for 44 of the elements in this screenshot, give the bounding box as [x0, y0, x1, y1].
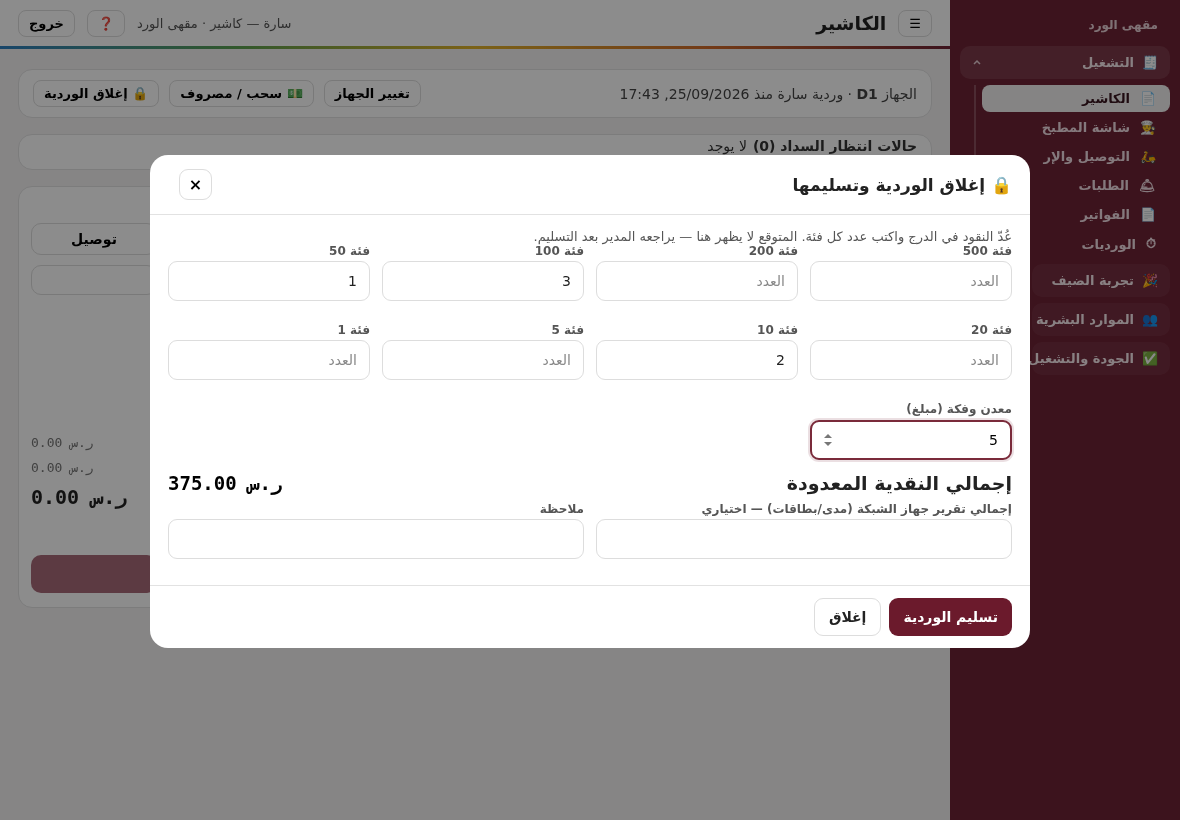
- count-field[interactable]: 1: [168, 261, 370, 301]
- sidebar-item[interactable]: 👨‍🍳 شاشة المطبخ: [982, 114, 1170, 141]
- total-amount: 0.00 ر.س: [31, 460, 94, 475]
- instructions-text: عُدّ النقود في الدرج واكتب عدد كل فئة. المتوقع لا يظهر هنا — يراجعه المدير بعد التسليم.: [532, 229, 1012, 244]
- field-label: ملاحظة: [538, 502, 584, 516]
- field-label: فئة 50: [328, 244, 370, 258]
- dialog-title: 🔒 إغلاق الوردية وتسليمها: [792, 174, 1012, 195]
- close-button[interactable]: ×: [179, 169, 212, 200]
- field-label: فئة 1: [336, 323, 370, 337]
- user-info: سارة — كاشير · مقهى الورد: [136, 15, 292, 31]
- field-label: فئة 20: [970, 323, 1012, 337]
- count-field[interactable]: العدد: [382, 340, 584, 380]
- field-label: فئة 100: [533, 244, 584, 258]
- input-field[interactable]: [596, 519, 1012, 559]
- amount-field[interactable]: 5: [810, 420, 1012, 460]
- field-label: فئة 10: [756, 323, 798, 337]
- pending-label: حالات انتظار السداد (0): [752, 138, 917, 152]
- logout-button[interactable]: خروج: [18, 9, 75, 37]
- field-label: فئة 5: [550, 323, 584, 337]
- total-label: إجمالي النقدية المعدودة: [786, 472, 1012, 494]
- spinner-icon[interactable]: [823, 432, 833, 448]
- menu-button[interactable]: ☰: [898, 9, 932, 37]
- shift-button[interactable]: تغيير الجهاز: [323, 80, 421, 107]
- field-label: معدن وفكة (مبلغ): [905, 402, 1012, 416]
- close-button[interactable]: إغلاق: [813, 598, 882, 636]
- shift-button[interactable]: 🔒 إغلاق الوردية: [33, 80, 160, 107]
- count-field[interactable]: العدد: [810, 261, 1012, 301]
- count-field[interactable]: العدد: [810, 340, 1012, 380]
- count-field[interactable]: 2: [596, 340, 798, 380]
- count-field[interactable]: العدد: [596, 261, 798, 301]
- field-label: إجمالي تقرير جهاز الشبكة (مدى/بطاقات) — اختياري: [700, 502, 1012, 516]
- sidebar-item[interactable]: 📄 الكاشير: [982, 85, 1170, 112]
- submit-button[interactable]: تسليم الوردية: [889, 598, 1012, 636]
- shift-button[interactable]: 💵 سحب / مصروف: [169, 80, 314, 107]
- input-field[interactable]: [168, 519, 584, 559]
- count-field[interactable]: العدد: [168, 340, 370, 380]
- grand-total: 0.00 ر.س: [31, 485, 128, 509]
- page-title: الكاشير: [816, 12, 887, 34]
- count-field[interactable]: 3: [382, 261, 584, 301]
- total-amount: 375.00 ر.س: [168, 472, 283, 494]
- field-label: فئة 500: [961, 244, 1012, 258]
- brand-name: مقهى الورد: [1087, 18, 1159, 35]
- field-label: فئة 200: [747, 244, 798, 258]
- total-amount: 0.00 ر.س: [31, 435, 94, 450]
